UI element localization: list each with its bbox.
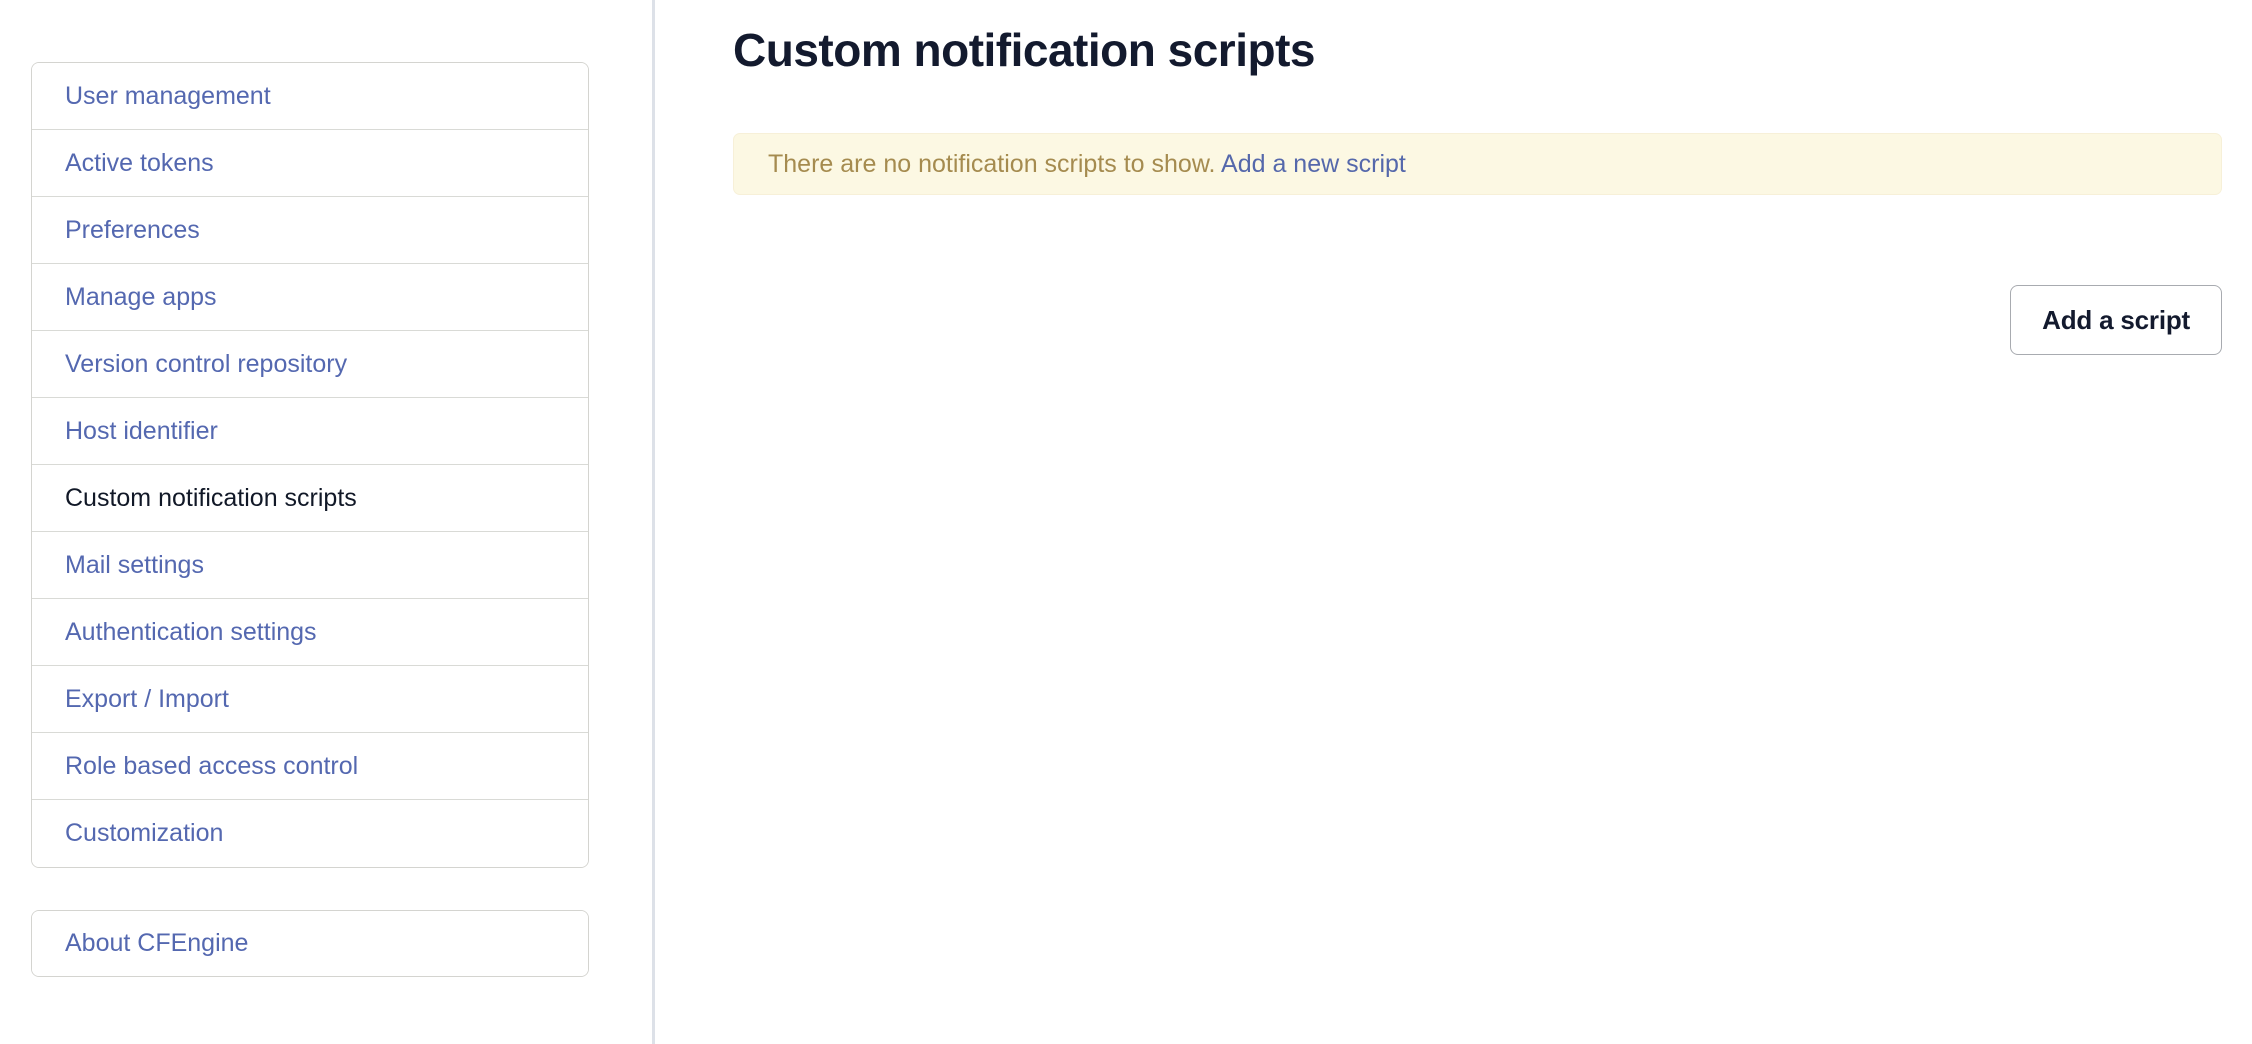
sidebar-item-role-based-access-control[interactable]: Role based access control xyxy=(32,733,588,800)
page-title: Custom notification scripts xyxy=(733,24,1315,76)
sidebar-item-authentication-settings[interactable]: Authentication settings xyxy=(32,599,588,666)
sidebar-about-card: About CFEngine xyxy=(31,910,589,977)
actions-row: Add a script xyxy=(733,285,2222,355)
sidebar-item-host-identifier[interactable]: Host identifier xyxy=(32,398,588,465)
sidebar-item-preferences[interactable]: Preferences xyxy=(32,197,588,264)
sidebar-item-active-tokens[interactable]: Active tokens xyxy=(32,130,588,197)
add-a-script-button[interactable]: Add a script xyxy=(2010,285,2222,355)
sidebar-item-version-control-repository[interactable]: Version control repository xyxy=(32,331,588,398)
alert-message: There are no notification scripts to sho… xyxy=(768,150,1216,178)
empty-state-alert: There are no notification scripts to sho… xyxy=(733,133,2222,195)
sidebar-item-user-management[interactable]: User management xyxy=(32,63,588,130)
main-content: Custom notification scripts There are no… xyxy=(733,0,2222,1044)
sidebar-item-export-import[interactable]: Export / Import xyxy=(32,666,588,733)
settings-page: User management Active tokens Preferences M… xyxy=(0,0,2252,1044)
sidebar-item-mail-settings[interactable]: Mail settings xyxy=(32,532,588,599)
sidebar-item-about-cfengine[interactable]: About CFEngine xyxy=(32,911,588,976)
sidebar-main-divider xyxy=(652,0,655,1044)
sidebar-item-customization[interactable]: Customization xyxy=(32,800,588,867)
sidebar-item-manage-apps[interactable]: Manage apps xyxy=(32,264,588,331)
sidebar-item-custom-notification-scripts: Custom notification scripts xyxy=(32,465,588,532)
sidebar-nav-card: User management Active tokens Preferences M… xyxy=(31,62,589,868)
add-a-new-script-link[interactable]: Add a new script xyxy=(1221,150,1406,178)
